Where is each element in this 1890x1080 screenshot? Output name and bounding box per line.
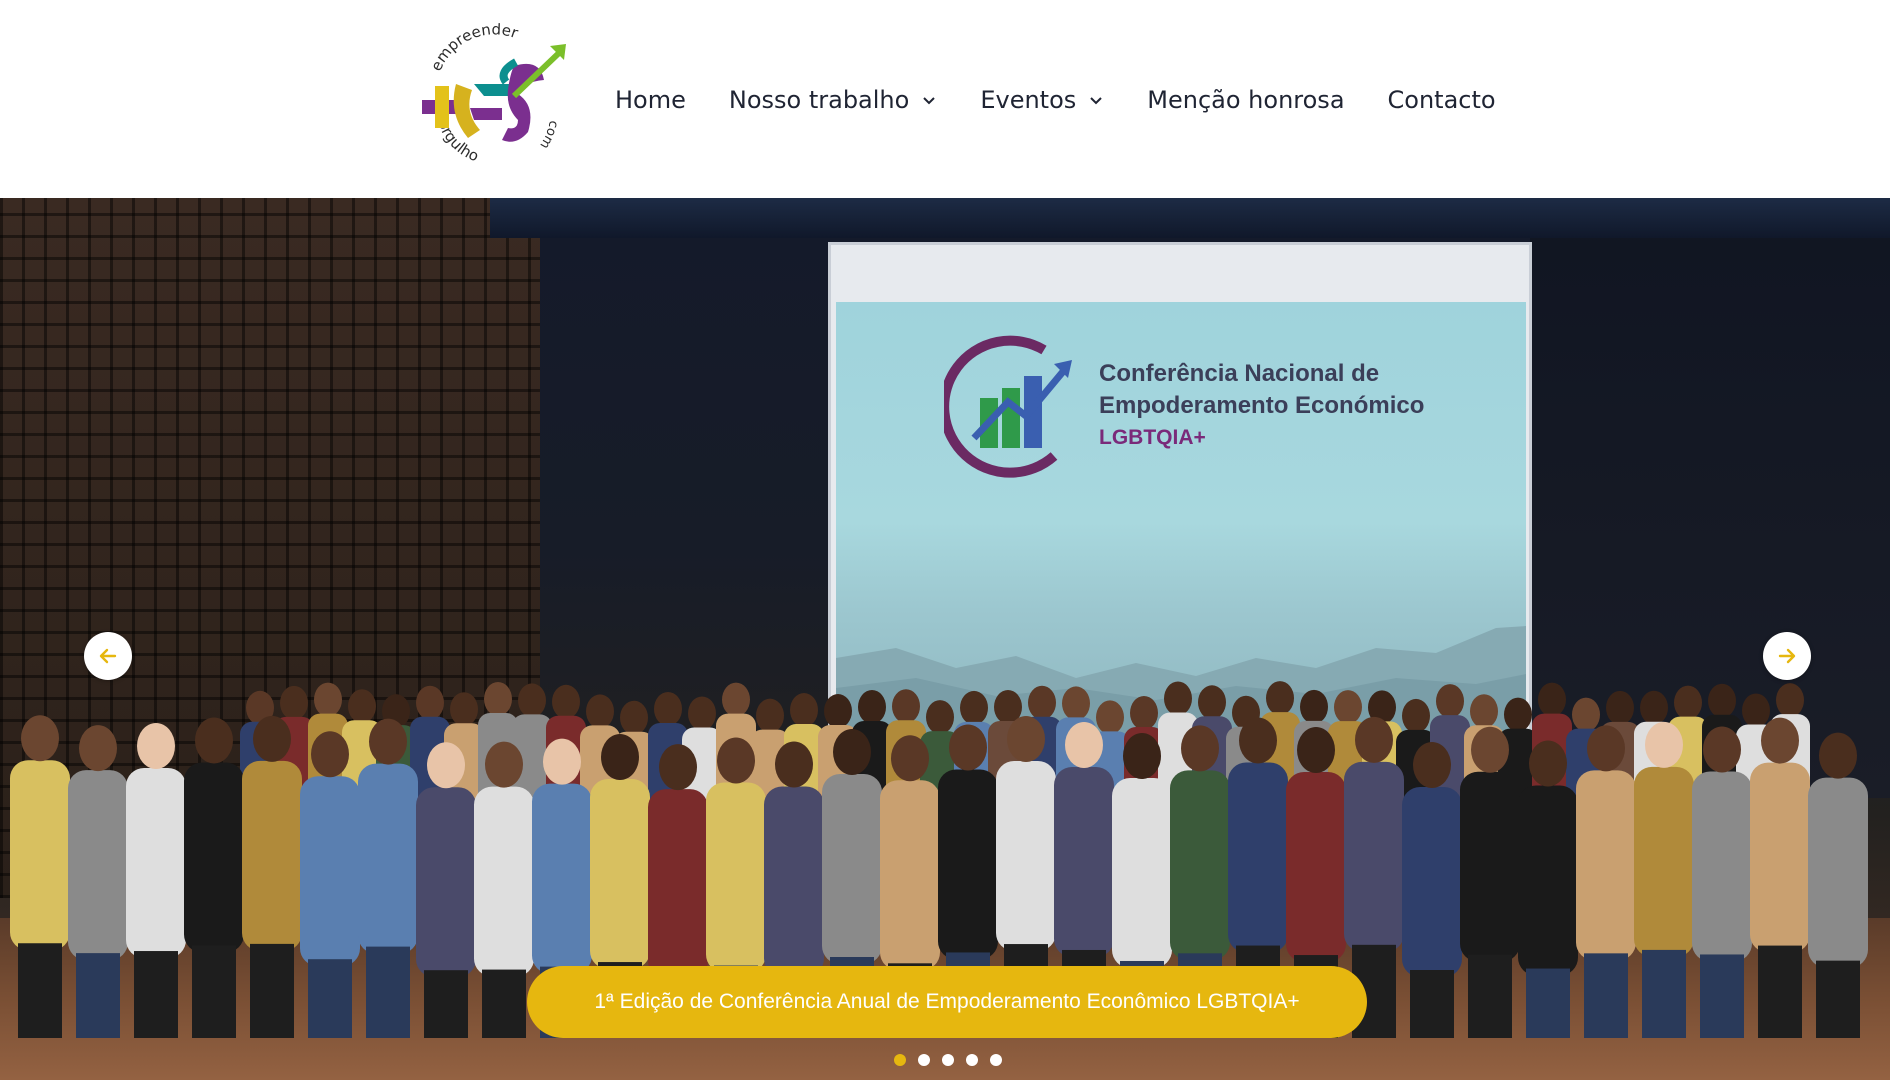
site-header: empreender orgulho com Home xyxy=(0,0,1890,198)
carousel-prev-button[interactable] xyxy=(84,632,132,680)
arrow-left-icon xyxy=(99,648,117,664)
hero-carousel: Conferência Nacional de Empoderamento Ec… xyxy=(0,198,1890,1080)
site-logo[interactable]: empreender orgulho com xyxy=(418,20,578,174)
logo-right-text: com xyxy=(536,119,560,151)
screen-title-line1: Conferência Nacional de xyxy=(1099,360,1380,387)
nav-item-label: Contacto xyxy=(1387,86,1496,114)
carousel-pagination xyxy=(894,1054,1002,1066)
carousel-dot[interactable] xyxy=(966,1054,978,1066)
carousel-dot[interactable] xyxy=(942,1054,954,1066)
carousel-next-button[interactable] xyxy=(1763,632,1811,680)
conference-logo xyxy=(944,335,1072,478)
nav-item-label: Eventos xyxy=(980,86,1077,114)
carousel-dot[interactable] xyxy=(894,1054,906,1066)
arrow-right-icon xyxy=(1778,648,1796,664)
svg-text:com: com xyxy=(536,119,560,151)
nav-item-home[interactable]: Home xyxy=(615,86,686,114)
nav-item-label: Home xyxy=(615,86,686,114)
screen-title-line3: LGBTQIA+ xyxy=(1099,426,1206,449)
slide-caption: 1ª Edição de Conferência Anual de Empode… xyxy=(527,966,1367,1038)
nav-item-mencao-honrosa[interactable]: Menção honrosa xyxy=(1147,86,1344,114)
nav-item-eventos[interactable]: Eventos xyxy=(980,86,1104,114)
main-nav: Home Nosso trabalho Eventos Menção honro… xyxy=(615,76,1496,124)
nav-item-label: Nosso trabalho xyxy=(728,86,910,114)
screen-title-line2: Empoderamento Económico xyxy=(1099,392,1425,419)
ceiling-truss xyxy=(490,198,1890,238)
carousel-dot[interactable] xyxy=(918,1054,930,1066)
nav-item-label: Menção honrosa xyxy=(1147,86,1345,114)
chevron-down-icon xyxy=(923,97,936,105)
nav-item-contacto[interactable]: Contacto xyxy=(1388,86,1496,114)
nav-item-nosso-trabalho[interactable]: Nosso trabalho xyxy=(729,86,937,114)
chevron-down-icon xyxy=(1090,97,1102,105)
carousel-dot[interactable] xyxy=(990,1054,1002,1066)
screen-title: Conferência Nacional de Empoderamento Ec… xyxy=(1099,358,1499,454)
